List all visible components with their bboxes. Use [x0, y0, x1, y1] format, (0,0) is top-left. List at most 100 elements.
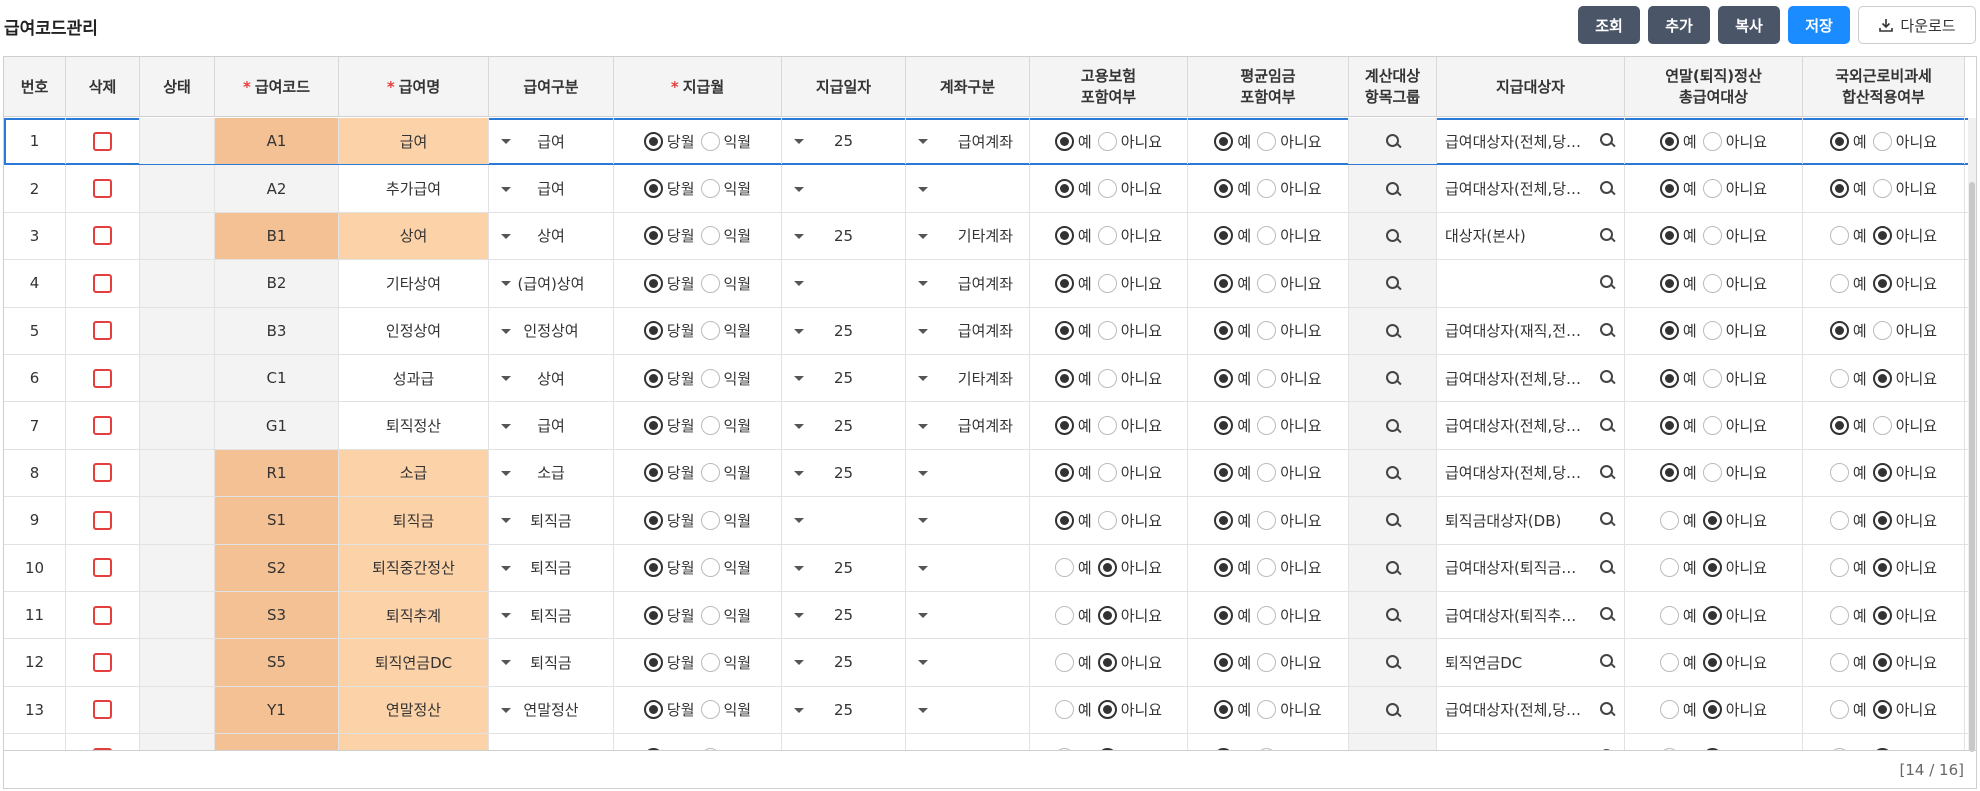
- chevron-down-icon[interactable]: [918, 139, 928, 145]
- radio-option-1[interactable]: 예: [1829, 273, 1867, 294]
- radio-option-2[interactable]: 아니요: [1257, 605, 1322, 626]
- radio-option-1[interactable]: 예: [1829, 368, 1867, 389]
- radio-circle[interactable]: [1702, 273, 1722, 293]
- radio-circle[interactable]: [1829, 510, 1849, 530]
- radio-circle[interactable]: [1872, 131, 1892, 151]
- chevron-down-icon[interactable]: [794, 518, 804, 524]
- delete-cell[interactable]: [66, 544, 140, 591]
- search-icon[interactable]: [1385, 702, 1400, 717]
- radio-option-1[interactable]: 예: [1054, 320, 1092, 341]
- chevron-down-icon[interactable]: [918, 707, 928, 713]
- chevron-down-icon[interactable]: [794, 139, 804, 145]
- employment-insurance-radio[interactable]: 예 아니요: [1052, 510, 1165, 531]
- chevron-down-icon[interactable]: [501, 518, 511, 524]
- year-end-total-cell[interactable]: 예 아니요: [1625, 260, 1803, 307]
- delete-cell[interactable]: [66, 497, 140, 544]
- radio-option-2[interactable]: 아니요: [1872, 605, 1937, 626]
- radio-circle[interactable]: [643, 273, 663, 293]
- year-end-total-radio[interactable]: 예 아니요: [1657, 225, 1770, 246]
- radio-circle[interactable]: [1872, 416, 1892, 436]
- overseas-tax-cell[interactable]: 예 아니요: [1803, 212, 1965, 260]
- radio-option-2[interactable]: 아니요: [1097, 510, 1162, 531]
- radio-option-2[interactable]: 익월: [700, 510, 751, 531]
- radio-option-1[interactable]: 예: [1659, 320, 1697, 341]
- chevron-down-icon[interactable]: [794, 565, 804, 571]
- year-end-total-radio[interactable]: 예 아니요: [1657, 415, 1770, 436]
- pay-month-radio[interactable]: 당월 익월: [641, 225, 754, 246]
- radio-option-2[interactable]: 아니요: [1257, 320, 1322, 341]
- radio-circle[interactable]: [700, 368, 720, 388]
- radio-option-1[interactable]: 예: [1214, 605, 1251, 626]
- employment-insurance-cell[interactable]: 예아니요: [1030, 734, 1188, 750]
- account-select[interactable]: [906, 639, 1030, 686]
- radio-option-2[interactable]: 익월: [700, 273, 751, 294]
- radio-option-2[interactable]: 익월: [700, 415, 751, 436]
- employment-insurance-radio[interactable]: 예 아니요: [1052, 415, 1165, 436]
- radio-option-2[interactable]: 아니요: [1257, 510, 1322, 531]
- radio-circle[interactable]: [1257, 463, 1277, 483]
- radio-circle[interactable]: [1257, 558, 1277, 578]
- average-wage-radio[interactable]: 예 아니요: [1211, 699, 1324, 720]
- year-end-total-radio[interactable]: 예 아니요: [1657, 320, 1770, 341]
- radio-option-1[interactable]: 예: [1829, 225, 1867, 246]
- radio-option-1[interactable]: 예: [1829, 510, 1867, 531]
- pay-name-cell[interactable]: 상여: [339, 212, 489, 260]
- row-number-cell[interactable]: 12: [4, 639, 66, 686]
- year-end-total-cell[interactable]: 예 아니요: [1625, 307, 1803, 354]
- employment-insurance-radio[interactable]: 예 아니요: [1052, 557, 1165, 578]
- account-select[interactable]: 기타계좌: [906, 212, 1030, 260]
- status-cell[interactable]: [140, 639, 215, 686]
- pay-day-select[interactable]: [782, 497, 906, 544]
- radio-option-1[interactable]: 예: [1054, 699, 1092, 720]
- chevron-down-icon[interactable]: [794, 281, 804, 287]
- year-end-total-radio[interactable]: 예 아니요: [1657, 557, 1770, 578]
- chevron-down-icon[interactable]: [918, 233, 928, 239]
- radio-option-2[interactable]: 아니요: [1097, 462, 1162, 483]
- pay-month-cell[interactable]: 당월 익월: [614, 591, 782, 639]
- radio-option-1[interactable]: 당월: [643, 652, 695, 673]
- radio-option-1[interactable]: 예: [1214, 178, 1251, 199]
- radio-circle[interactable]: [1214, 463, 1234, 483]
- header-account[interactable]: 계좌구분: [906, 57, 1030, 117]
- radio-option-2[interactable]: 아니요: [1702, 557, 1767, 578]
- radio-option-2[interactable]: 아니요: [1872, 557, 1937, 578]
- radio-option-1[interactable]: 예: [1659, 368, 1697, 389]
- table-row[interactable]: 11 S3 퇴직추계 퇴직금 당월 익월 25 예 아니요 예 아니요 급여대상자(퇴직추… 예 아니요 예…: [4, 591, 1970, 640]
- average-wage-radio[interactable]: 예 아니요: [1211, 415, 1324, 436]
- pay-name-cell[interactable]: 급여: [339, 118, 489, 165]
- radio-option-1[interactable]: 예: [1054, 557, 1092, 578]
- radio-circle[interactable]: [1829, 558, 1849, 578]
- header-pay-type[interactable]: 급여구분: [489, 57, 614, 117]
- pay-code-cell[interactable]: A2: [215, 165, 339, 212]
- radio-circle[interactable]: [1829, 368, 1849, 388]
- radio-option-1[interactable]: 예: [1829, 699, 1867, 720]
- chevron-down-icon[interactable]: [501, 186, 511, 192]
- overseas-tax-radio[interactable]: 예 아니요: [1827, 273, 1940, 294]
- delete-checkbox[interactable]: [93, 558, 112, 578]
- pay-name-cell[interactable]: 추가급여: [339, 165, 489, 212]
- radio-circle[interactable]: [1097, 368, 1117, 388]
- row-number-cell[interactable]: 9: [4, 497, 66, 544]
- overseas-tax-radio[interactable]: 예 아니요: [1827, 131, 1940, 152]
- radio-circle[interactable]: [643, 700, 663, 720]
- save-button[interactable]: 저장: [1788, 6, 1850, 44]
- overseas-tax-radio[interactable]: 예 아니요: [1827, 368, 1940, 389]
- chevron-down-icon[interactable]: [501, 139, 511, 145]
- year-end-total-cell[interactable]: 예 아니요: [1625, 686, 1803, 734]
- table-row[interactable]: 1 A1 급여 급여 당월 익월 25 급여계좌 예 아니요 예 아니요 급여대상자(전체,당… 예 아니요…: [4, 118, 1970, 166]
- overseas-tax-radio[interactable]: 예 아니요: [1827, 225, 1940, 246]
- radio-circle[interactable]: [700, 558, 720, 578]
- radio-option-1[interactable]: 예: [1214, 557, 1251, 578]
- overseas-tax-cell[interactable]: 예 아니요: [1803, 260, 1965, 307]
- radio-circle[interactable]: [700, 273, 720, 293]
- pay-name-cell[interactable]: 퇴직추계: [339, 591, 489, 639]
- radio-option-2[interactable]: 아니요: [1257, 652, 1322, 673]
- radio-circle[interactable]: [1054, 652, 1074, 672]
- radio-option-1[interactable]: 예: [1054, 178, 1092, 199]
- pay-code-cell[interactable]: S2: [215, 544, 339, 591]
- pay-type-select[interactable]: 퇴직금: [489, 544, 614, 591]
- row-number-cell[interactable]: 5: [4, 307, 66, 354]
- radio-circle[interactable]: [1702, 368, 1722, 388]
- radio-circle[interactable]: [1829, 605, 1849, 625]
- employment-insurance-cell[interactable]: 예아니요: [1030, 260, 1188, 307]
